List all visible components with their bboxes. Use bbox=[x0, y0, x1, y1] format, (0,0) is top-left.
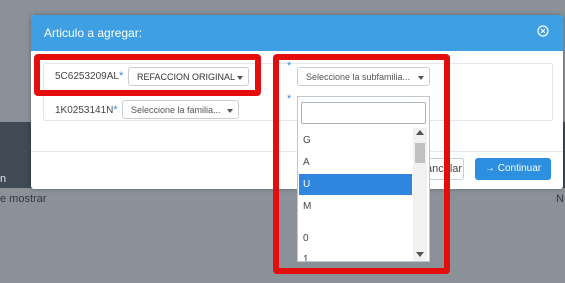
close-circle-icon[interactable] bbox=[537, 25, 551, 39]
chevron-down-icon bbox=[227, 109, 233, 113]
article-code-2: 1K0253141N* bbox=[55, 104, 118, 116]
highlight-box-left bbox=[34, 54, 261, 96]
continue-button[interactable]: → Continuar bbox=[475, 158, 551, 180]
modal-header: Articulo a agregar: bbox=[31, 15, 563, 51]
modal-title: Articulo a agregar: bbox=[44, 26, 143, 40]
family-select[interactable]: Seleccione la familia... bbox=[122, 100, 239, 119]
required-marker: * bbox=[113, 104, 118, 116]
background-footer-right: N bbox=[556, 193, 564, 205]
family-select-value: Seleccione la familia... bbox=[131, 105, 221, 115]
background-column-label: n bbox=[0, 173, 7, 185]
background-footer-text: e mostrar bbox=[0, 193, 47, 205]
highlight-box-right bbox=[273, 54, 450, 274]
